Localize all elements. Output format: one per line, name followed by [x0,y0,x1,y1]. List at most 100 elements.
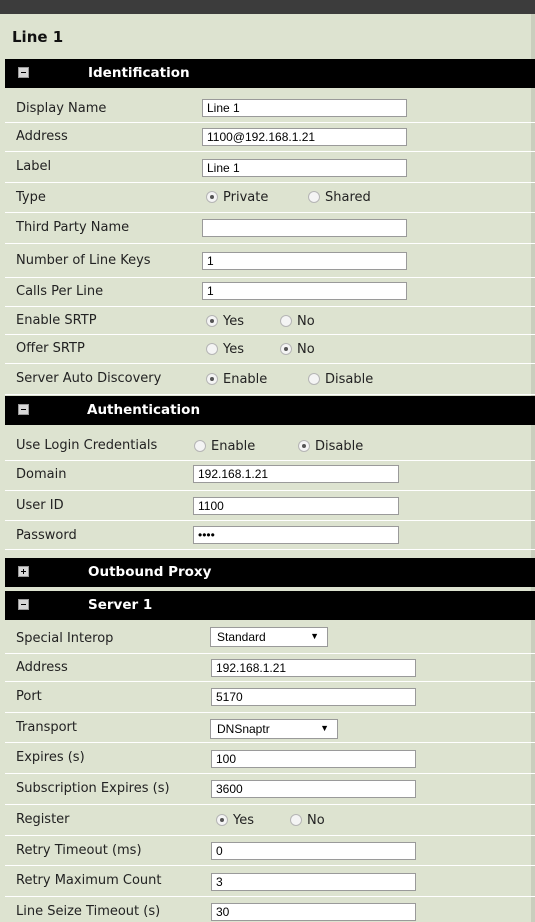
type-label: Type [16,190,46,205]
offer-srtp-yes-option[interactable]: Yes [206,342,244,357]
auto-discovery-enable-option[interactable]: Enable [206,372,267,387]
display-name-label: Display Name [16,101,107,116]
radio-unselected-icon[interactable] [194,440,206,452]
enable-srtp-no-option[interactable]: No [280,314,315,329]
register-no-option[interactable]: No [290,813,325,828]
collapse-icon[interactable] [18,404,29,415]
outbound-proxy-section-header[interactable]: Outbound Proxy [5,558,535,587]
server1-section-header[interactable]: Server 1 [5,591,535,620]
collapse-icon[interactable] [18,599,29,610]
row-transport: Transport DNSnaptr ▼ [5,713,535,743]
row-line-seize-timeout: Line Seize Timeout (s) 30 [5,897,535,922]
retry-timeout-input[interactable]: 0 [211,842,416,860]
user-id-input[interactable]: 1100 [193,497,399,515]
option-label: No [297,342,315,357]
radio-selected-icon[interactable] [206,373,218,385]
section-title: Identification [88,65,190,81]
line-keys-label: Number of Line Keys [16,253,151,268]
login-credentials-enable-option[interactable]: Enable [194,439,255,454]
row-port: Port 5170 [5,682,535,713]
port-label: Port [16,689,42,704]
row-offer-srtp: Offer SRTP Yes No [5,335,535,364]
type-shared-option[interactable]: Shared [308,190,371,205]
radio-selected-icon[interactable] [206,315,218,327]
row-subscription-expires: Subscription Expires (s) 3600 [5,774,535,805]
row-retry-timeout: Retry Timeout (ms) 0 [5,836,535,866]
password-label: Password [16,528,77,543]
row-register: Register Yes No [5,805,535,836]
server-address-input[interactable]: 192.168.1.21 [211,659,416,677]
expand-icon[interactable] [18,566,29,577]
row-type: Type Private Shared [5,183,535,213]
select-value: Standard [217,630,266,644]
offer-srtp-no-option[interactable]: No [280,342,315,357]
password-input[interactable]: •••• [193,526,399,544]
calls-per-line-label: Calls Per Line [16,284,104,299]
auto-discovery-disable-option[interactable]: Disable [308,372,373,387]
radio-unselected-icon[interactable] [290,814,302,826]
special-interop-select[interactable]: Standard ▼ [210,627,328,647]
expires-label: Expires (s) [16,750,85,765]
retry-max-count-label: Retry Maximum Count [16,873,162,888]
radio-selected-icon[interactable] [206,191,218,203]
row-domain: Domain 192.168.1.21 [5,461,535,491]
user-id-label: User ID [16,498,64,513]
option-label: No [307,813,325,828]
label-input[interactable]: Line 1 [202,159,407,177]
option-label: Yes [223,342,244,357]
row-line-keys: Number of Line Keys 1 [5,244,535,278]
type-private-option[interactable]: Private [206,190,268,205]
offer-srtp-label: Offer SRTP [16,341,85,356]
row-label: Label Line 1 [5,152,535,183]
register-label: Register [16,812,70,827]
option-label: Enable [223,372,268,387]
radio-unselected-icon[interactable] [206,343,218,355]
label-label: Label [16,159,52,174]
transport-select[interactable]: DNSnaptr ▼ [210,719,338,739]
register-yes-option[interactable]: Yes [216,813,254,828]
server-address-label: Address [16,660,68,675]
domain-input[interactable]: 192.168.1.21 [193,465,399,483]
address-label: Address [16,129,68,144]
calls-per-line-input[interactable]: 1 [202,282,407,300]
row-server-address: Address 192.168.1.21 [5,654,535,682]
third-party-name-input[interactable] [202,219,407,237]
radio-unselected-icon[interactable] [280,315,292,327]
authentication-section-header[interactable]: Authentication [5,396,535,425]
radio-unselected-icon[interactable] [308,191,320,203]
option-label: Private [223,190,269,205]
row-third-party-name: Third Party Name [5,213,535,244]
line-keys-input[interactable]: 1 [202,252,407,270]
option-label: Yes [223,314,244,329]
line-seize-timeout-input[interactable]: 30 [211,903,416,921]
identification-section-header[interactable]: Identification [5,59,535,88]
row-calls-per-line: Calls Per Line 1 [5,278,535,307]
section-title: Server 1 [88,597,153,613]
line-settings-panel: Line 1 Identification Display Name Line … [0,0,535,922]
line-seize-timeout-label: Line Seize Timeout (s) [16,904,161,919]
subscription-expires-label: Subscription Expires (s) [16,781,170,796]
login-credentials-disable-option[interactable]: Disable [298,439,363,454]
collapse-icon[interactable] [18,67,29,78]
option-label: Shared [325,190,371,205]
radio-unselected-icon[interactable] [308,373,320,385]
subscription-expires-input[interactable]: 3600 [211,780,416,798]
port-input[interactable]: 5170 [211,688,416,706]
section-title: Authentication [87,402,201,418]
radio-selected-icon[interactable] [298,440,310,452]
row-password: Password •••• [5,521,535,550]
radio-selected-icon[interactable] [216,814,228,826]
option-label: Enable [211,439,256,454]
radio-selected-icon[interactable] [280,343,292,355]
option-label: Disable [325,372,374,387]
expires-input[interactable]: 100 [211,750,416,768]
address-input[interactable]: 1100@192.168.1.21 [202,128,407,146]
option-label: Disable [315,439,364,454]
display-name-input[interactable]: Line 1 [202,99,407,117]
enable-srtp-yes-option[interactable]: Yes [206,314,244,329]
auto-discovery-label: Server Auto Discovery [16,371,162,386]
retry-max-count-input[interactable]: 3 [211,873,416,891]
select-value: DNSnaptr [217,722,270,736]
section-title: Outbound Proxy [88,564,212,580]
option-label: No [297,314,315,329]
